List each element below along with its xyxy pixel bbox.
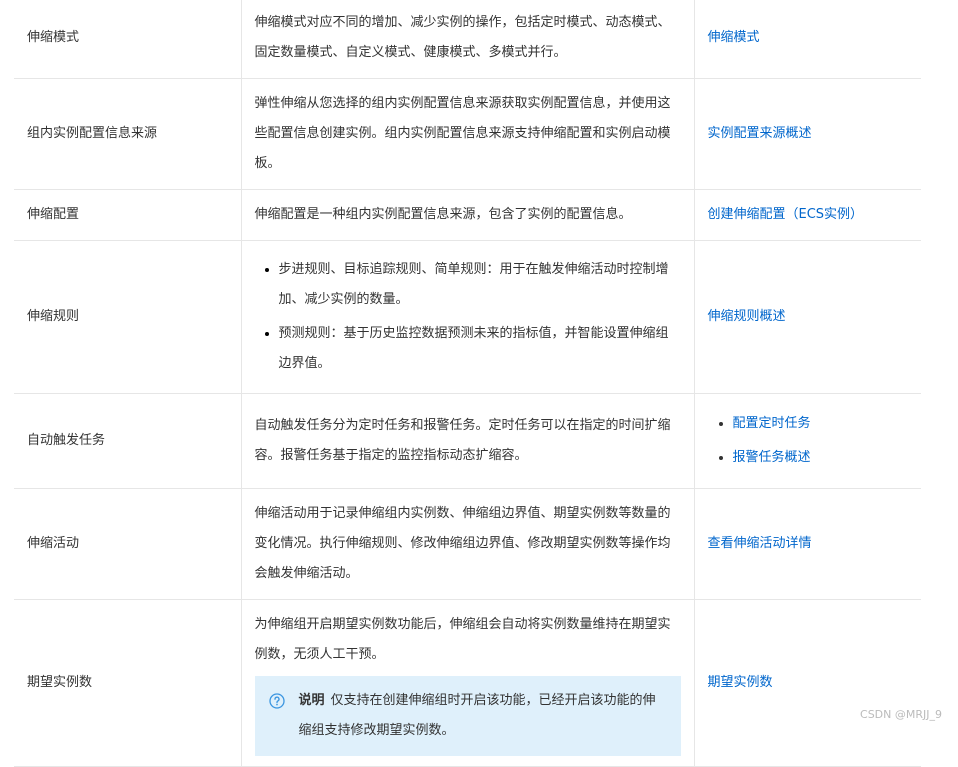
list-item: 步进规则、目标追踪规则、简单规则：用于在触发伸缩活动时控制增加、减少实例的数量。: [279, 255, 681, 315]
table-row: 伸缩活动 伸缩活动用于记录伸缩组内实例数、伸缩组边界值、期望实例数等数量的变化情…: [14, 488, 921, 600]
link-cell: 查看伸缩活动详情: [694, 488, 921, 600]
link-list: 配置定时任务 报警任务概述: [708, 407, 909, 475]
term-cell: 组内实例配置信息来源: [14, 78, 242, 190]
table-row: 伸缩模式 伸缩模式对应不同的增加、减少实例的操作，包括定时模式、动态模式、固定数…: [14, 0, 921, 79]
description-cell: 伸缩配置是一种组内实例配置信息来源，包含了实例的配置信息。: [241, 189, 695, 241]
table-row: 伸缩配置 伸缩配置是一种组内实例配置信息来源，包含了实例的配置信息。 创建伸缩配…: [14, 189, 921, 241]
doc-link[interactable]: 创建伸缩配置（ECS实例）: [708, 207, 864, 222]
table-row: 组内实例配置信息来源 弹性伸缩从您选择的组内实例配置信息来源获取实例配置信息，并…: [14, 78, 921, 190]
description-cell: 伸缩模式对应不同的增加、减少实例的操作，包括定时模式、动态模式、固定数量模式、自…: [241, 0, 695, 79]
doc-link[interactable]: 期望实例数: [708, 675, 773, 690]
note-box: 说明 仅支持在创建伸缩组时开启该功能，已经开启该功能的伸缩组支持修改期望实例数。: [254, 676, 681, 756]
description-cell: 自动触发任务分为定时任务和报警任务。定时任务可以在指定的时间扩缩容。报警任务基于…: [241, 393, 695, 489]
watermark: CSDN @MRJJ_9: [860, 708, 942, 721]
note-text: 仅支持在创建伸缩组时开启该功能，已经开启该功能的伸缩组支持修改期望实例数。: [298, 693, 656, 738]
table-row: 期望实例数 为伸缩组开启期望实例数功能后，伸缩组会自动将实例数量维持在期望实例数…: [14, 599, 921, 767]
link-cell: 创建伸缩配置（ECS实例）: [694, 189, 921, 241]
list-item: 预测规则：基于历史监控数据预测未来的指标值，并智能设置伸缩组边界值。: [279, 319, 681, 379]
doc-link[interactable]: 配置定时任务: [733, 416, 811, 431]
description-cell: 步进规则、目标追踪规则、简单规则：用于在触发伸缩活动时控制增加、减少实例的数量。…: [241, 240, 695, 394]
term-cell: 伸缩模式: [14, 0, 242, 79]
doc-link[interactable]: 伸缩规则概述: [708, 309, 786, 324]
note-label: 说明: [298, 693, 325, 708]
list-item: 配置定时任务: [733, 407, 909, 441]
link-cell: 实例配置来源概述: [694, 78, 921, 190]
term-cell: 伸缩配置: [14, 189, 242, 241]
bullet-list: 步进规则、目标追踪规则、简单规则：用于在触发伸缩活动时控制增加、减少实例的数量。…: [255, 255, 681, 379]
description-cell: 为伸缩组开启期望实例数功能后，伸缩组会自动将实例数量维持在期望实例数，无须人工干…: [241, 599, 695, 767]
doc-link[interactable]: 实例配置来源概述: [708, 126, 812, 141]
term-cell: 期望实例数: [14, 599, 242, 767]
doc-link[interactable]: 伸缩模式: [708, 30, 760, 45]
concepts-table: 伸缩模式 伸缩模式对应不同的增加、减少实例的操作，包括定时模式、动态模式、固定数…: [14, 0, 921, 767]
term-cell: 自动触发任务: [14, 393, 242, 489]
description-cell: 弹性伸缩从您选择的组内实例配置信息来源获取实例配置信息，并使用这些配置信息创建实…: [241, 78, 695, 190]
table-row: 伸缩规则 步进规则、目标追踪规则、简单规则：用于在触发伸缩活动时控制增加、减少实…: [14, 240, 921, 394]
description-cell: 伸缩活动用于记录伸缩组内实例数、伸缩组边界值、期望实例数等数量的变化情况。执行伸…: [241, 488, 695, 600]
table-row: 自动触发任务 自动触发任务分为定时任务和报警任务。定时任务可以在指定的时间扩缩容…: [14, 393, 921, 489]
term-cell: 伸缩活动: [14, 488, 242, 600]
doc-link[interactable]: 查看伸缩活动详情: [708, 536, 812, 551]
link-cell: 伸缩规则概述: [694, 240, 921, 394]
description-text: 为伸缩组开启期望实例数功能后，伸缩组会自动将实例数量维持在期望实例数，无须人工干…: [254, 617, 671, 662]
doc-link[interactable]: 报警任务概述: [733, 450, 811, 465]
link-cell: 配置定时任务 报警任务概述: [694, 393, 921, 489]
link-cell: 伸缩模式: [694, 0, 921, 79]
link-cell: 期望实例数: [694, 599, 921, 767]
term-cell: 伸缩规则: [14, 240, 242, 394]
list-item: 报警任务概述: [733, 441, 909, 475]
help-circle-icon: [268, 693, 285, 709]
